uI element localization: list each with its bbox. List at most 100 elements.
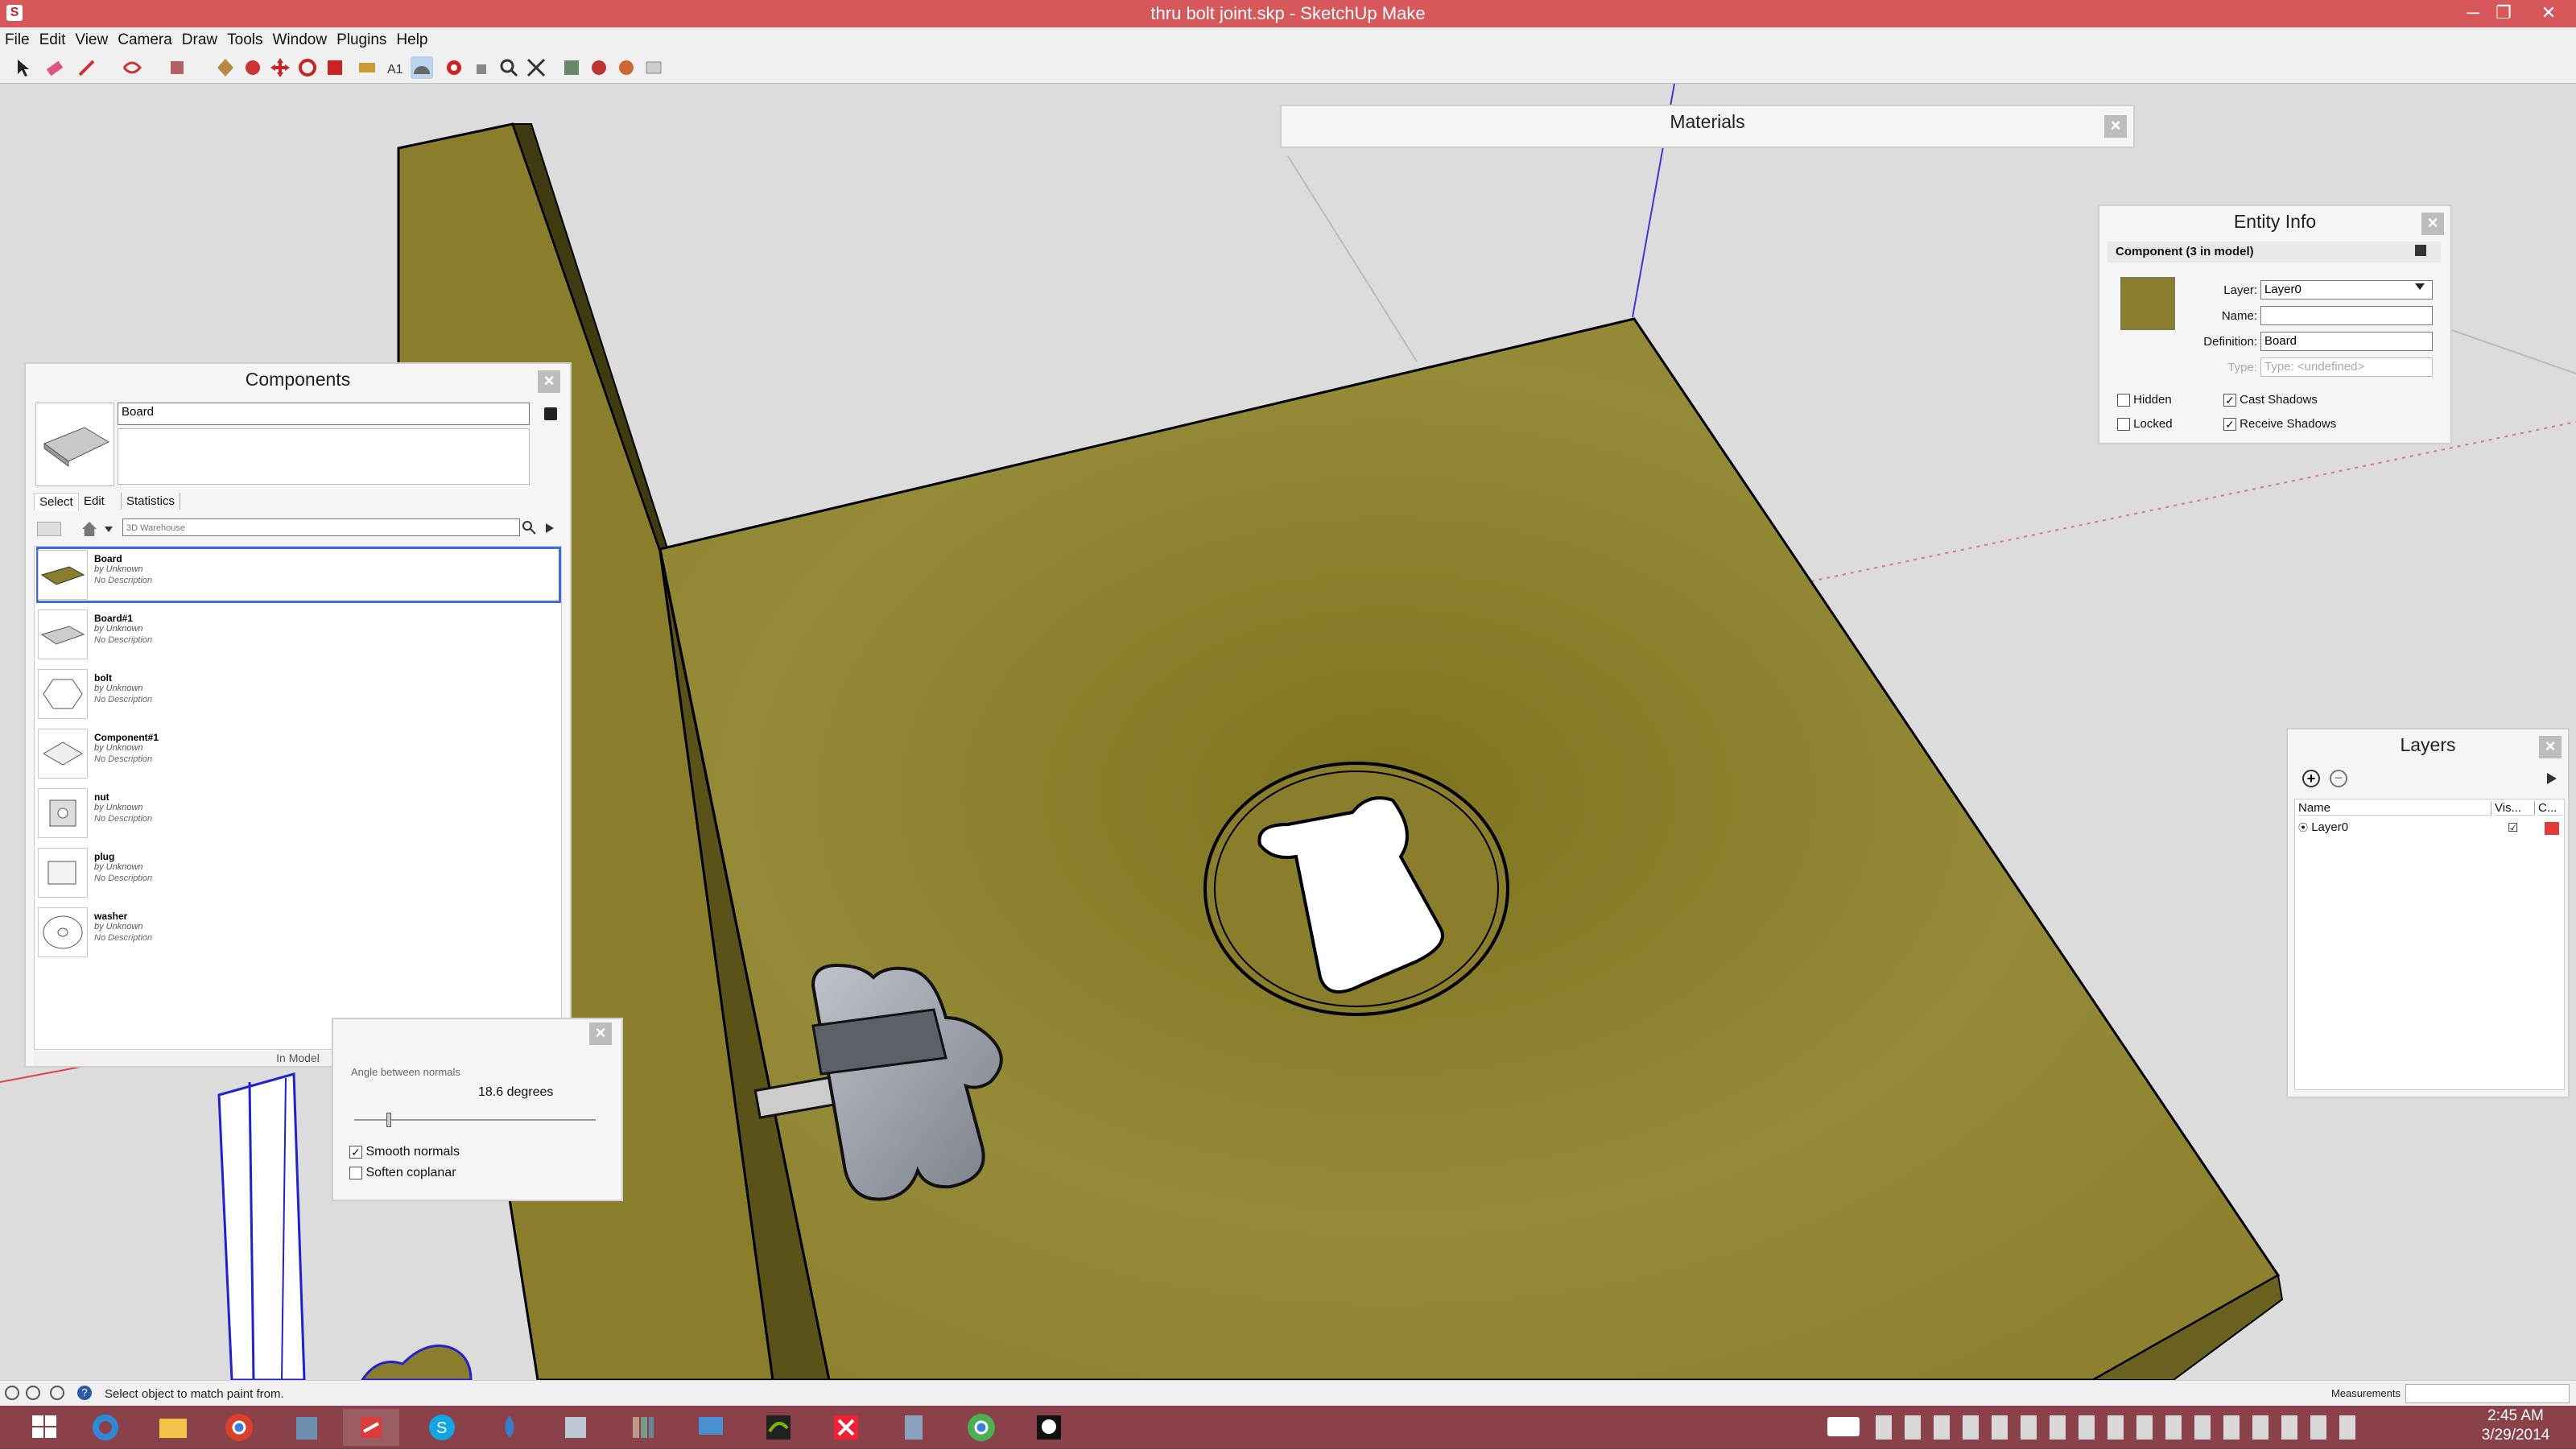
table-row[interactable]: ⦿ Layer0 ☑ [2298,820,2561,838]
menu-plugins[interactable]: Plugins [332,27,391,53]
smooth-normals-checkbox-box[interactable]: ✓ [349,1145,362,1159]
layer-color-swatch[interactable] [2545,822,2559,835]
menu-file[interactable]: File [0,27,35,53]
selected-washer[interactable] [361,1345,473,1381]
components-close-button[interactable]: × [538,370,560,393]
component-description-field[interactable] [118,428,530,485]
menu-draw[interactable]: Draw [177,27,222,53]
shape-icon[interactable] [121,56,143,79]
name-field[interactable] [2260,306,2433,325]
help-icon[interactable]: ? [77,1386,92,1400]
share-icon[interactable] [615,56,638,79]
definition-field[interactable]: Board [2260,332,2433,351]
angle-slider-handle[interactable] [386,1113,391,1127]
clock-date[interactable]: 3/29/2014 [2463,1427,2568,1444]
receive-shadows-checkbox-box[interactable]: ✓ [2223,418,2236,432]
list-item[interactable]: washer by Unknown No Description [38,906,563,962]
system-tray-icons[interactable] [1876,1415,2359,1440]
menu-tools[interactable]: Tools [222,27,267,53]
component-name-field[interactable]: Board [118,403,530,425]
layers-col-name[interactable]: Name [2298,801,2491,816]
remote-desktop-icon[interactable] [683,1409,739,1446]
locked-checkbox-box[interactable] [2117,418,2130,432]
hidden-checkbox[interactable]: Hidden [2117,393,2172,407]
add-layer-icon[interactable]: + [2302,770,2320,787]
tab-statistics[interactable]: Statistics [121,493,181,510]
paint-bucket-icon[interactable] [166,56,188,79]
chevron-down-icon[interactable] [105,527,113,532]
soften-edges-close-button[interactable]: × [589,1022,612,1045]
model-info-icon[interactable] [642,56,665,79]
list-item[interactable]: bolt by Unknown No Description [38,667,563,724]
warehouse-icon[interactable] [560,56,583,79]
component-details-icon[interactable] [544,407,557,420]
list-item[interactable]: plug by Unknown No Description [38,846,563,903]
library-app-icon[interactable] [615,1409,671,1446]
nvidia-icon[interactable] [750,1409,807,1446]
inkscape-icon[interactable] [1021,1409,1077,1446]
home-icon[interactable] [82,522,97,536]
layers-close-button[interactable]: × [2539,736,2562,758]
menu-view[interactable]: View [70,27,113,53]
notes-app-icon[interactable] [547,1409,604,1446]
chrome-app-icon[interactable] [953,1409,1009,1446]
follow-me-icon[interactable] [242,56,264,79]
rotate-icon[interactable] [296,56,319,79]
eraser-icon[interactable] [43,56,66,79]
list-item[interactable]: Component#1 by Unknown No Description [38,727,563,783]
maximize-button[interactable]: ❐ [2487,0,2520,26]
menu-camera[interactable]: Camera [113,27,177,53]
smooth-normals-checkbox[interactable]: ✓ Smooth normals [349,1145,460,1159]
chrome-icon[interactable] [211,1409,267,1446]
skype-icon[interactable]: S [414,1409,470,1446]
start-button[interactable] [18,1409,74,1446]
text-icon[interactable]: A1 [383,56,406,79]
menu-edit[interactable]: Edit [35,27,71,53]
internet-explorer-icon[interactable] [77,1409,134,1446]
layer-visible-checkbox[interactable]: ☑ [2508,820,2518,835]
entity-info-detail-toggle-icon[interactable] [2415,245,2426,256]
list-item[interactable]: Board#1 by Unknown No Description [38,608,563,664]
tab-select[interactable]: Select [34,493,79,510]
user-icon[interactable] [50,1386,64,1400]
receive-shadows-checkbox[interactable]: ✓ Receive Shadows [2223,417,2336,432]
list-item[interactable]: Board by Unknown No Description [38,548,563,605]
sketchup-taskbar-icon[interactable] [343,1409,399,1446]
scale-icon[interactable] [324,56,346,79]
materials-close-button[interactable]: × [2104,115,2127,138]
tape-measure-icon[interactable] [356,56,378,79]
soften-coplanar-checkbox[interactable]: Soften coplanar [349,1166,456,1180]
clock-time[interactable]: 2:45 AM [2463,1407,2568,1425]
menu-help[interactable]: Help [391,27,432,53]
layers-menu-icon[interactable] [2547,773,2557,784]
locked-checkbox[interactable]: Locked [2117,417,2173,432]
hidden-checkbox-box[interactable] [2117,394,2130,407]
remove-layer-icon[interactable]: − [2330,770,2347,787]
calculator-icon[interactable] [886,1409,942,1446]
tab-edit[interactable]: Edit [79,493,109,510]
orbit-icon[interactable] [443,56,465,79]
keyboard-icon[interactable] [1827,1417,1860,1436]
layer-select[interactable]: Layer0 [2260,280,2433,300]
pan-icon[interactable] [470,56,493,79]
file-explorer-icon[interactable] [145,1409,201,1446]
layers-col-visible[interactable]: Vis... [2495,801,2535,816]
minimize-button[interactable]: ─ [2457,0,2489,26]
extension-icon[interactable] [588,56,610,79]
layers-col-color[interactable]: C... [2538,801,2562,816]
entity-info-close-button[interactable]: × [2421,213,2444,235]
zoom-icon[interactable] [497,56,520,79]
measurements-field[interactable] [2405,1384,2570,1403]
archive-app-icon[interactable] [279,1409,335,1446]
search-icon[interactable] [522,520,536,535]
move-icon[interactable] [269,56,291,79]
model-viewport[interactable]: Materials × Entity Info × Component (3 i… [0,84,2576,1380]
close-button[interactable]: ✕ [2524,0,2573,26]
cast-shadows-checkbox[interactable]: ✓ Cast Shadows [2223,393,2318,407]
zoom-extents-icon[interactable] [525,56,547,79]
forward-arrow-icon[interactable] [546,523,554,533]
credits-icon[interactable] [26,1386,40,1400]
push-pull-icon[interactable] [214,56,237,79]
selected-board-outline[interactable] [217,1072,306,1380]
chevron-down-icon[interactable] [2415,283,2425,290]
